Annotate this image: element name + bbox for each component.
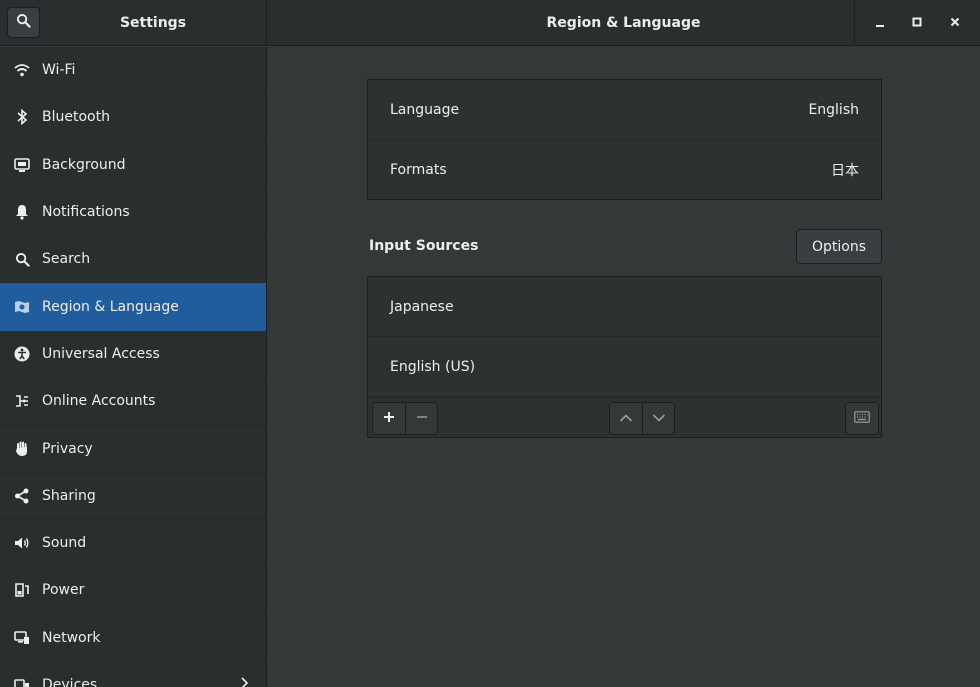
move-group [609, 402, 675, 435]
language-label: Language [390, 101, 460, 118]
close-button[interactable] [941, 9, 969, 37]
move-up-button[interactable] [610, 403, 642, 434]
sidebar-item-privacy[interactable]: Privacy [0, 425, 266, 473]
hand-icon [14, 441, 30, 457]
bluetooth-icon [14, 109, 30, 126]
region-icon [14, 299, 30, 315]
search-icon [14, 251, 30, 267]
header-bar: Settings Region & Language [0, 0, 980, 46]
background-icon [14, 157, 30, 173]
sidebar-item-label: Bluetooth [42, 109, 110, 126]
keyboard-icon [854, 410, 870, 427]
power-icon [14, 582, 30, 598]
sidebar-item-label: Online Accounts [42, 393, 156, 410]
keyboard-group [845, 402, 879, 435]
language-formats-card: Language English Formats 日本 [367, 79, 882, 200]
sidebar-item-label: Power [42, 582, 85, 599]
formats-label: Formats [390, 162, 447, 178]
language-row[interactable]: Language English [368, 80, 881, 140]
network-icon [14, 630, 30, 646]
formats-row[interactable]: Formats 日本 [368, 140, 881, 200]
sidebar-item-label: Region & Language [42, 298, 179, 315]
input-source-label: Japanese [390, 298, 454, 315]
minimize-icon [875, 15, 885, 31]
options-button[interactable]: Options [796, 229, 882, 264]
wifi-icon [14, 62, 30, 78]
formats-value: 日本 [831, 163, 859, 179]
sidebar-item-network[interactable]: Network [0, 615, 266, 662]
add-input-source-button[interactable] [373, 403, 405, 434]
sidebar-item-wifi[interactable]: Wi-Fi [0, 47, 266, 95]
sidebar-item-search[interactable]: Search [0, 236, 266, 284]
input-source-row[interactable]: Japanese [368, 277, 881, 337]
sidebar-item-online-accounts[interactable]: Online Accounts [0, 378, 266, 426]
sidebar-item-sound[interactable]: Sound [0, 520, 266, 568]
maximize-button[interactable] [903, 9, 931, 37]
plus-icon [383, 411, 395, 427]
sidebar-item-label: Background [42, 156, 126, 173]
devices-icon [14, 677, 30, 687]
sidebar-item-label: Search [42, 251, 91, 268]
sidebar-item-background[interactable]: Background [0, 142, 266, 189]
sidebar-item-label: Sharing [42, 487, 96, 504]
window-controls [854, 0, 980, 46]
sidebar-item-label: Sound [42, 535, 87, 552]
minus-icon [416, 411, 428, 427]
input-sources-toolbar [368, 397, 881, 437]
remove-input-source-button[interactable] [405, 403, 437, 434]
add-remove-group [372, 402, 438, 435]
sidebar-item-label: Notifications [42, 204, 130, 221]
sidebar-item-label: Devices [42, 677, 98, 687]
sidebar-item-devices[interactable]: Devices [0, 662, 266, 687]
input-sources-title: Input Sources [369, 238, 479, 254]
settings-title: Settings [119, 15, 187, 31]
maximize-icon [912, 15, 922, 31]
input-source-row[interactable]: English (US) [368, 337, 881, 397]
sidebar-item-label: Privacy [42, 440, 93, 457]
sidebar-item-notifications[interactable]: Notifications [0, 189, 266, 237]
move-down-button[interactable] [642, 403, 674, 434]
show-keyboard-layout-button[interactable] [846, 403, 878, 434]
close-icon [950, 15, 960, 31]
search-icon [16, 13, 31, 32]
language-value: English [808, 101, 859, 118]
sidebar: Wi-Fi Bluetooth Background Notifications… [0, 47, 267, 687]
sidebar-item-power[interactable]: Power [0, 567, 266, 615]
chevron-right-icon [240, 677, 249, 687]
sidebar-item-region-language[interactable]: Region & Language [0, 283, 266, 331]
header-left: Settings [0, 0, 267, 46]
sidebar-item-sharing[interactable]: Sharing [0, 473, 266, 520]
share-icon [14, 488, 30, 504]
online-accounts-icon [14, 393, 30, 409]
input-sources-card: Japanese English (US) [367, 276, 882, 438]
minimize-button[interactable] [866, 9, 894, 37]
speaker-icon [14, 535, 30, 551]
input-source-label: English (US) [390, 358, 476, 375]
sidebar-item-label: Universal Access [42, 345, 160, 362]
chevron-up-icon [619, 411, 633, 427]
chevron-down-icon [652, 411, 666, 427]
accessibility-icon [14, 346, 30, 362]
search-button[interactable] [7, 7, 40, 38]
sidebar-item-label: Wi-Fi [42, 62, 76, 79]
sidebar-item-bluetooth[interactable]: Bluetooth [0, 94, 266, 142]
sidebar-item-universal-access[interactable]: Universal Access [0, 331, 266, 379]
sidebar-item-label: Network [42, 629, 101, 646]
bell-icon [14, 204, 30, 220]
